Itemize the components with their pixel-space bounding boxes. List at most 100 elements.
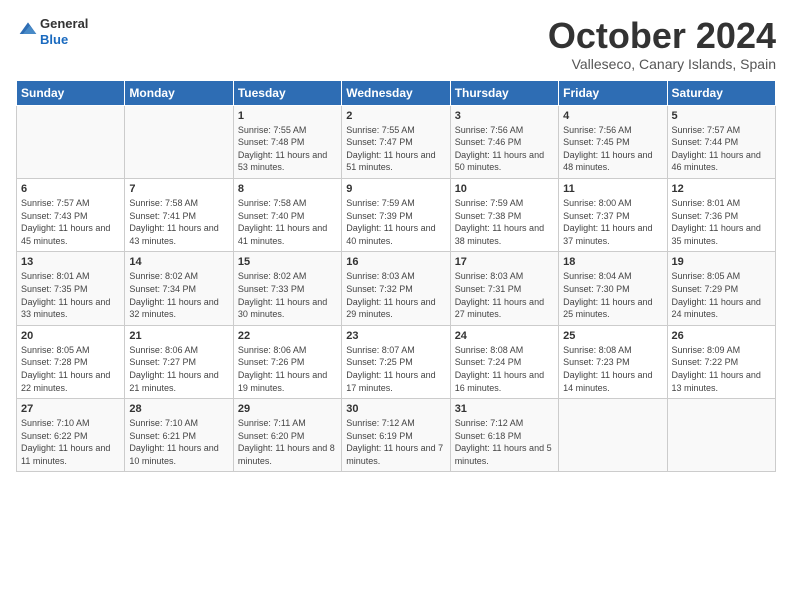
calendar-table: SundayMondayTuesdayWednesdayThursdayFrid… <box>16 80 776 473</box>
day-number: 3 <box>455 110 554 122</box>
page-header: General Blue October 2024 Valleseco, Can… <box>16 16 776 72</box>
calendar-cell: 26 Sunrise: 8:09 AM Sunset: 7:22 PM Dayli… <box>667 325 775 398</box>
day-content: Sunrise: 7:59 AM Sunset: 7:39 PM Dayligh… <box>346 197 445 247</box>
calendar-week-row: 1Sunrise: 7:55 AM Sunset: 7:48 PM Daylig… <box>17 105 776 178</box>
calendar-cell: 14 Sunrise: 8:02 AM Sunset: 7:34 PM Dayli… <box>125 252 233 325</box>
day-number: 14 <box>129 256 228 268</box>
day-number: 4 <box>563 110 662 122</box>
day-content: Sunrise: 8:02 AM Sunset: 7:33 PM Dayligh… <box>238 270 337 320</box>
logo-blue-text: Blue <box>40 32 68 47</box>
calendar-cell: 8 Sunrise: 7:58 AM Sunset: 7:40 PM Daylig… <box>233 178 341 251</box>
day-number: 24 <box>455 330 554 342</box>
day-content: Sunrise: 8:07 AM Sunset: 7:25 PM Dayligh… <box>346 344 445 394</box>
day-content: Sunrise: 7:55 AM Sunset: 7:47 PM Dayligh… <box>346 124 445 174</box>
calendar-cell: 19 Sunrise: 8:05 AM Sunset: 7:29 PM Dayli… <box>667 252 775 325</box>
day-number: 7 <box>129 183 228 195</box>
day-number: 18 <box>563 256 662 268</box>
day-number: 16 <box>346 256 445 268</box>
month-title: October 2024 <box>548 16 776 56</box>
day-number: 6 <box>21 183 120 195</box>
day-content: Sunrise: 8:06 AM Sunset: 7:26 PM Dayligh… <box>238 344 337 394</box>
header-day-tuesday: Tuesday <box>233 80 341 105</box>
calendar-cell <box>17 105 125 178</box>
calendar-cell: 5 Sunrise: 7:57 AM Sunset: 7:44 PM Daylig… <box>667 105 775 178</box>
calendar-week-row: 6 Sunrise: 7:57 AM Sunset: 7:43 PM Daylig… <box>17 178 776 251</box>
calendar-cell: 27 Sunrise: 7:10 AM Sunset: 6:22 PM Dayli… <box>17 399 125 472</box>
day-content: Sunrise: 8:01 AM Sunset: 7:36 PM Dayligh… <box>672 197 771 247</box>
location-subtitle: Valleseco, Canary Islands, Spain <box>548 56 776 72</box>
header-day-friday: Friday <box>559 80 667 105</box>
day-number: 8 <box>238 183 337 195</box>
day-content: Sunrise: 8:08 AM Sunset: 7:24 PM Dayligh… <box>455 344 554 394</box>
day-content: Sunrise: 7:12 AM Sunset: 6:18 PM Dayligh… <box>455 417 554 467</box>
day-number: 22 <box>238 330 337 342</box>
day-content: Sunrise: 8:03 AM Sunset: 7:32 PM Dayligh… <box>346 270 445 320</box>
calendar-cell: 29Sunrise: 7:11 AM Sunset: 6:20 PM Dayli… <box>233 399 341 472</box>
day-content: Sunrise: 8:06 AM Sunset: 7:27 PM Dayligh… <box>129 344 228 394</box>
calendar-cell: 12 Sunrise: 8:01 AM Sunset: 7:36 PM Dayli… <box>667 178 775 251</box>
header-day-thursday: Thursday <box>450 80 558 105</box>
calendar-cell: 24 Sunrise: 8:08 AM Sunset: 7:24 PM Dayli… <box>450 325 558 398</box>
calendar-cell <box>559 399 667 472</box>
day-content: Sunrise: 8:03 AM Sunset: 7:31 PM Dayligh… <box>455 270 554 320</box>
day-content: Sunrise: 8:01 AM Sunset: 7:35 PM Dayligh… <box>21 270 120 320</box>
day-number: 28 <box>129 403 228 415</box>
calendar-header-row: SundayMondayTuesdayWednesdayThursdayFrid… <box>17 80 776 105</box>
day-content: Sunrise: 7:57 AM Sunset: 7:43 PM Dayligh… <box>21 197 120 247</box>
calendar-week-row: 20Sunrise: 8:05 AM Sunset: 7:28 PM Dayli… <box>17 325 776 398</box>
header-day-sunday: Sunday <box>17 80 125 105</box>
calendar-cell: 13Sunrise: 8:01 AM Sunset: 7:35 PM Dayli… <box>17 252 125 325</box>
calendar-week-row: 27 Sunrise: 7:10 AM Sunset: 6:22 PM Dayli… <box>17 399 776 472</box>
day-number: 9 <box>346 183 445 195</box>
day-number: 27 <box>21 403 120 415</box>
calendar-cell: 21 Sunrise: 8:06 AM Sunset: 7:27 PM Dayli… <box>125 325 233 398</box>
calendar-cell: 31Sunrise: 7:12 AM Sunset: 6:18 PM Dayli… <box>450 399 558 472</box>
day-content: Sunrise: 7:12 AM Sunset: 6:19 PM Dayligh… <box>346 417 445 467</box>
calendar-cell: 6 Sunrise: 7:57 AM Sunset: 7:43 PM Daylig… <box>17 178 125 251</box>
day-content: Sunrise: 8:02 AM Sunset: 7:34 PM Dayligh… <box>129 270 228 320</box>
calendar-cell: 10 Sunrise: 7:59 AM Sunset: 7:38 PM Dayli… <box>450 178 558 251</box>
day-content: Sunrise: 8:04 AM Sunset: 7:30 PM Dayligh… <box>563 270 662 320</box>
calendar-week-row: 13Sunrise: 8:01 AM Sunset: 7:35 PM Dayli… <box>17 252 776 325</box>
day-content: Sunrise: 7:58 AM Sunset: 7:40 PM Dayligh… <box>238 197 337 247</box>
calendar-cell: 30Sunrise: 7:12 AM Sunset: 6:19 PM Dayli… <box>342 399 450 472</box>
day-number: 10 <box>455 183 554 195</box>
day-number: 5 <box>672 110 771 122</box>
day-number: 21 <box>129 330 228 342</box>
calendar-cell: 18 Sunrise: 8:04 AM Sunset: 7:30 PM Dayli… <box>559 252 667 325</box>
calendar-cell: 25Sunrise: 8:08 AM Sunset: 7:23 PM Dayli… <box>559 325 667 398</box>
day-number: 19 <box>672 256 771 268</box>
day-number: 12 <box>672 183 771 195</box>
title-block: October 2024 Valleseco, Canary Islands, … <box>548 16 776 72</box>
day-content: Sunrise: 7:11 AM Sunset: 6:20 PM Dayligh… <box>238 417 337 467</box>
calendar-cell: 11Sunrise: 8:00 AM Sunset: 7:37 PM Dayli… <box>559 178 667 251</box>
day-content: Sunrise: 7:58 AM Sunset: 7:41 PM Dayligh… <box>129 197 228 247</box>
day-content: Sunrise: 8:00 AM Sunset: 7:37 PM Dayligh… <box>563 197 662 247</box>
day-number: 25 <box>563 330 662 342</box>
day-content: Sunrise: 7:10 AM Sunset: 6:22 PM Dayligh… <box>21 417 120 467</box>
day-content: Sunrise: 7:59 AM Sunset: 7:38 PM Dayligh… <box>455 197 554 247</box>
day-content: Sunrise: 7:56 AM Sunset: 7:46 PM Dayligh… <box>455 124 554 174</box>
day-content: Sunrise: 8:09 AM Sunset: 7:22 PM Dayligh… <box>672 344 771 394</box>
calendar-cell: 22 Sunrise: 8:06 AM Sunset: 7:26 PM Dayli… <box>233 325 341 398</box>
logo-general-text: General <box>40 16 88 31</box>
day-number: 20 <box>21 330 120 342</box>
day-number: 15 <box>238 256 337 268</box>
calendar-cell: 2 Sunrise: 7:55 AM Sunset: 7:47 PM Daylig… <box>342 105 450 178</box>
calendar-cell: 15 Sunrise: 8:02 AM Sunset: 7:33 PM Dayli… <box>233 252 341 325</box>
calendar-cell: 16 Sunrise: 8:03 AM Sunset: 7:32 PM Dayli… <box>342 252 450 325</box>
calendar-cell: 28Sunrise: 7:10 AM Sunset: 6:21 PM Dayli… <box>125 399 233 472</box>
calendar-cell: 7 Sunrise: 7:58 AM Sunset: 7:41 PM Daylig… <box>125 178 233 251</box>
calendar-cell <box>125 105 233 178</box>
calendar-cell: 1Sunrise: 7:55 AM Sunset: 7:48 PM Daylig… <box>233 105 341 178</box>
day-content: Sunrise: 8:05 AM Sunset: 7:29 PM Dayligh… <box>672 270 771 320</box>
header-day-saturday: Saturday <box>667 80 775 105</box>
day-number: 26 <box>672 330 771 342</box>
calendar-cell: 4Sunrise: 7:56 AM Sunset: 7:45 PM Daylig… <box>559 105 667 178</box>
day-number: 2 <box>346 110 445 122</box>
day-content: Sunrise: 7:57 AM Sunset: 7:44 PM Dayligh… <box>672 124 771 174</box>
header-day-wednesday: Wednesday <box>342 80 450 105</box>
day-number: 1 <box>238 110 337 122</box>
calendar-cell: 9 Sunrise: 7:59 AM Sunset: 7:39 PM Daylig… <box>342 178 450 251</box>
calendar-cell <box>667 399 775 472</box>
